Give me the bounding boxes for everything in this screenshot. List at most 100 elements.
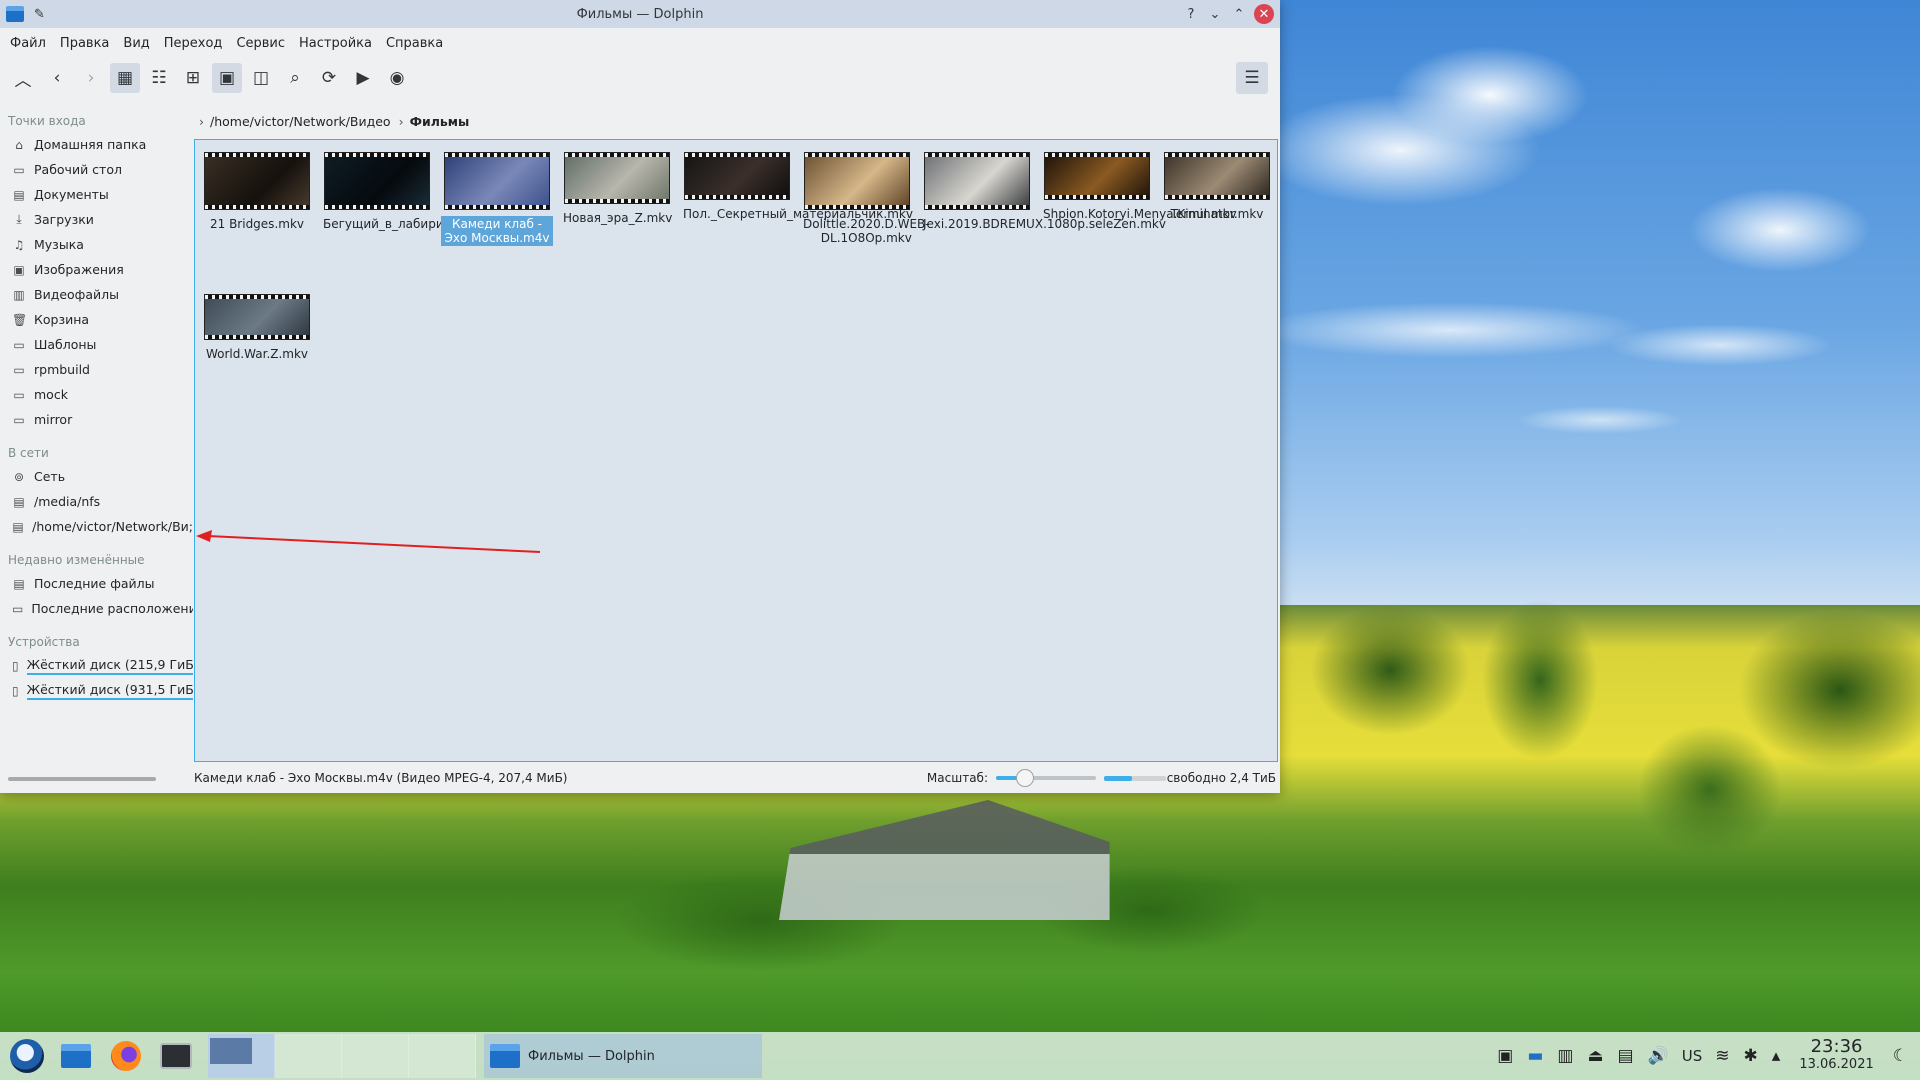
firefox-icon[interactable] [108,1038,144,1074]
terminal-button[interactable]: ▶ [348,63,378,93]
preview-button[interactable]: ▣ [212,63,242,93]
file-item[interactable]: Пол._Секретный_материальчик.mkv [681,152,913,222]
window-title: Фильмы — Dolphin [576,6,704,22]
bluetooth-icon[interactable]: ✱ [1744,1046,1758,1066]
video-thumbnail [324,152,430,210]
places-item-media-nfs[interactable]: ▤/media/nfs [0,489,193,514]
clock[interactable]: 23:36 13.06.2021 [1799,1038,1873,1074]
places-item-music[interactable]: ♫ Музыка [0,232,193,257]
device-notifier-icon[interactable]: ⏏ [1587,1046,1603,1066]
places-item-network-video[interactable]: ▤/home/victor/Network/Ви; [0,514,193,539]
breadcrumb-current[interactable]: Фильмы [410,114,470,129]
menu-help[interactable]: Справка [380,36,451,51]
places-item-mirror[interactable]: ▭ mirror [0,407,193,432]
places-item-home[interactable]: ⌂ Домашняя папка [0,132,193,157]
places-item-downloads[interactable]: ⤓ Загрузки [0,207,193,232]
places-item-templates[interactable]: ▭ Шаблоны [0,332,193,357]
pin-icon[interactable]: ✎ [34,7,45,22]
video-thumbnail [1164,152,1270,200]
menu-settings[interactable]: Настройка [293,36,380,51]
hamburger-menu-button[interactable]: ☰ [1236,62,1268,94]
file-item[interactable]: Shpion.Kotoryi.Menya.Kinul.mkv [1041,152,1237,222]
network-icon: ⊚ [13,469,25,484]
menu-go[interactable]: Переход [158,36,231,51]
application-launcher-icon[interactable] [10,1039,44,1073]
night-mode-icon[interactable]: ☾ [1893,1046,1908,1066]
expand-tray-icon[interactable]: ▴ [1772,1046,1781,1066]
minimize-button[interactable]: ⌄ [1206,5,1224,23]
menu-view[interactable]: Вид [117,36,157,51]
file-item[interactable]: Terminator.mkv [1161,152,1273,222]
places-group-header: Недавно изменённые [8,553,145,567]
desktop-2[interactable] [275,1034,342,1078]
file-item[interactable]: Dolittle.2020.D.WEB-DL.1O8Op.mkv [801,152,930,246]
up-button[interactable]: ︿ [8,63,38,93]
task-dolphin[interactable]: Фильмы — Dolphin [484,1034,762,1078]
places-item-trash[interactable]: 🗑 Корзина [0,307,193,332]
file-item[interactable]: Бегущий_в_лабиринте.3.mkv [321,152,507,232]
icons-view-button[interactable]: ▦ [110,63,140,93]
images-icon: ▣ [13,262,25,277]
places-horizontal-scrollbar[interactable] [8,777,156,781]
back-button[interactable]: ‹ [42,63,72,93]
menu-edit[interactable]: Правка [54,36,117,51]
dolphin-app-icon[interactable] [6,6,24,22]
recent-files-icon: ▤ [13,576,25,591]
places-item-images[interactable]: ▣ Изображения [0,257,193,282]
keyboard-layout-indicator[interactable]: US [1682,1047,1703,1065]
breadcrumb-path[interactable]: /home/victor/Network/Видео [210,114,391,129]
title-bar[interactable]: ✎ Фильмы — Dolphin ? ⌄ ⌃ ✕ [0,0,1280,28]
desktop-3[interactable] [342,1034,409,1078]
close-button[interactable]: ✕ [1254,4,1274,24]
compact-view-button[interactable]: ☷ [144,63,174,93]
forward-button[interactable]: › [76,63,106,93]
reload-button[interactable]: ⟳ [314,63,344,93]
free-space-text: свободно 2,4 ТиБ [1166,771,1276,785]
split-button[interactable]: ◫ [246,63,276,93]
file-item[interactable]: World.War.Z.mkv [201,294,313,362]
places-item-rpmbuild[interactable]: ▭ rpmbuild [0,357,193,382]
desktop-4[interactable] [409,1034,476,1078]
music-icon: ♫ [13,237,25,252]
show-hidden-button[interactable]: ◉ [382,63,412,93]
places-group-header: Точки входа [8,114,86,128]
video-thumbnail [204,294,310,340]
maximize-button[interactable]: ⌃ [1230,5,1248,23]
chevron-right-icon[interactable]: › [199,114,204,129]
details-view-icon: ⊞ [185,68,201,88]
file-view[interactable]: 21 Bridges.mkv Бегущий_в_лабиринте.3.mkv… [194,139,1278,762]
reload-icon: ⟳ [321,68,337,88]
folder-tray-icon[interactable]: ▬ [1527,1046,1543,1066]
zoom-slider-handle[interactable] [1016,769,1034,787]
places-group-header: Устройства [8,635,80,649]
volume-icon[interactable]: 🔊 [1648,1046,1669,1066]
terminal-launcher-icon[interactable] [158,1038,194,1074]
search-button[interactable]: ⌕ [280,63,310,93]
file-item[interactable]: Jexi.2019.BDREMUX.1080p.seleZen.mkv [921,152,1166,232]
file-item[interactable]: Новая_эра_Z.mkv [561,152,673,226]
places-item-documents[interactable]: ▤ Документы [0,182,193,207]
places-item-video[interactable]: ▥ Видеофайлы [0,282,193,307]
places-item-mock[interactable]: ▭ mock [0,382,193,407]
chevron-right-icon[interactable]: › [399,114,404,129]
zoom-slider[interactable] [996,769,1096,787]
file-manager-launcher-icon[interactable] [58,1038,94,1074]
status-bar: Камеди клаб - Эхо Москвы.m4v (Видео MPEG… [194,766,1278,790]
wifi-icon[interactable]: ≋ [1715,1046,1729,1066]
places-item-recent-files[interactable]: ▤ Последние файлы [0,571,193,596]
battery-tray-icon[interactable]: ▥ [1557,1046,1573,1066]
details-view-button[interactable]: ⊞ [178,63,208,93]
places-item-network[interactable]: ⊚ Сеть [0,464,193,489]
desktop-1[interactable] [208,1034,275,1078]
menu-tools[interactable]: Сервис [230,36,293,51]
help-button[interactable]: ? [1182,5,1200,23]
file-item-selected[interactable]: Камеди клаб - Эхо Москвы.m4v [441,152,553,246]
places-item-disk-2[interactable]: ▯ Жёсткий диск (931,5 ГиБ) [0,678,193,703]
file-item[interactable]: 21 Bridges.mkv [201,152,313,232]
places-item-disk-1[interactable]: ▯ Жёсткий диск (215,9 ГиБ) [0,653,193,678]
places-item-recent-locations[interactable]: ▭ Последние расположени [0,596,193,621]
clipboard-tray-icon[interactable]: ▣ [1497,1046,1513,1066]
menu-file[interactable]: Файл [4,36,54,51]
clipboard-icon[interactable]: ▤ [1618,1046,1634,1066]
places-item-desktop[interactable]: ▭ Рабочий стол [0,157,193,182]
